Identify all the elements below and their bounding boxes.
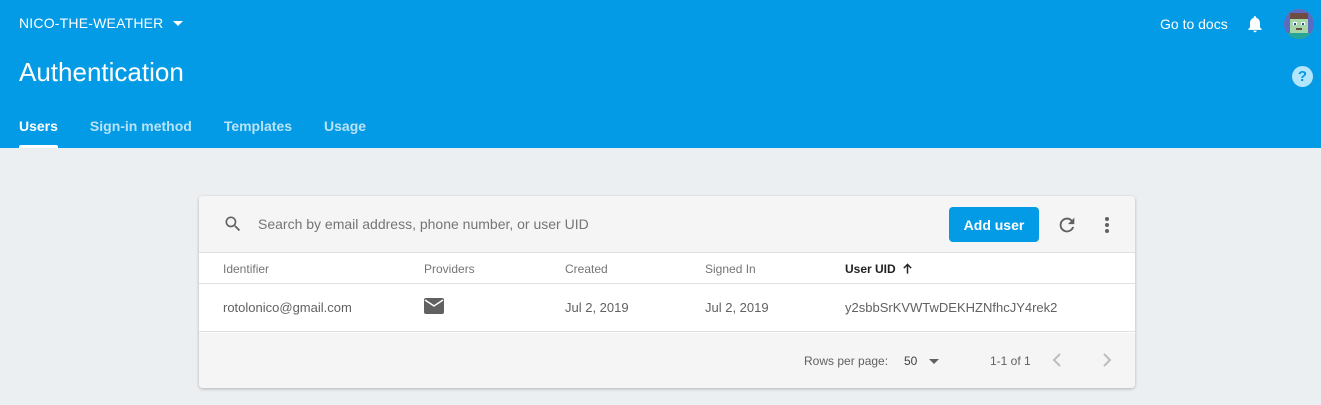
refresh-icon[interactable] (1056, 214, 1078, 236)
tab-templates[interactable]: Templates (224, 108, 292, 148)
page-title: Authentication (19, 57, 184, 87)
tab-users[interactable]: Users (19, 108, 58, 148)
more-vert-icon[interactable] (1098, 214, 1116, 236)
project-selector[interactable]: NICO-THE-WEATHER (19, 15, 183, 31)
notifications-bell-icon[interactable] (1245, 14, 1265, 34)
cell-identifier: rotolonico@gmail.com (223, 300, 352, 315)
rows-per-page-select[interactable]: 50 (904, 354, 940, 368)
avatar-pixel-art-icon (1284, 9, 1314, 39)
cell-created: Jul 2, 2019 (565, 300, 629, 315)
chevron-left-icon[interactable] (1050, 350, 1064, 370)
user-avatar[interactable] (1284, 9, 1314, 39)
add-user-button[interactable]: Add user (949, 207, 1039, 242)
table-row[interactable]: rotolonico@gmail.com Jul 2, 2019 Jul 2, … (199, 284, 1135, 332)
users-toolbar: Add user (199, 196, 1135, 253)
cell-signed-in: Jul 2, 2019 (705, 300, 769, 315)
rows-per-page-value: 50 (904, 354, 918, 368)
column-header-created[interactable]: Created (565, 262, 608, 276)
rows-per-page-label: Rows per page: (804, 354, 889, 368)
table-header: Identifier Providers Created Signed In U… (199, 253, 1135, 284)
search-input[interactable] (258, 212, 858, 236)
chevron-down-icon (929, 358, 940, 364)
column-header-providers: Providers (424, 262, 475, 276)
chevron-right-icon[interactable] (1100, 350, 1114, 370)
tab-bar: Users Sign-in method Templates Usage (19, 108, 398, 148)
users-card: Add user Identifier Providers Created Si… (199, 196, 1135, 388)
help-icon[interactable]: ? (1292, 66, 1313, 87)
pagination-range: 1-1 of 1 (990, 354, 1031, 368)
column-header-signed-in[interactable]: Signed In (705, 262, 756, 276)
pagination-footer: Rows per page: 50 1-1 of 1 (199, 333, 1135, 388)
app-header: NICO-THE-WEATHER Go to docs Authenticati… (0, 0, 1321, 148)
tab-usage[interactable]: Usage (324, 108, 366, 148)
chevron-down-icon (172, 20, 183, 26)
column-header-identifier[interactable]: Identifier (223, 262, 269, 276)
go-to-docs-link[interactable]: Go to docs (1160, 16, 1228, 32)
column-header-user-uid[interactable]: User UID (845, 262, 913, 276)
search-icon (225, 216, 241, 232)
column-header-user-uid-label: User UID (845, 262, 896, 276)
mail-icon (424, 298, 444, 314)
tab-sign-in-method[interactable]: Sign-in method (90, 108, 192, 148)
cell-user-uid: y2sbbSrKVWTwDEKHZNfhcJY4rek2 (845, 300, 1058, 315)
project-name: NICO-THE-WEATHER (19, 15, 164, 31)
arrow-up-icon[interactable] (902, 263, 913, 275)
